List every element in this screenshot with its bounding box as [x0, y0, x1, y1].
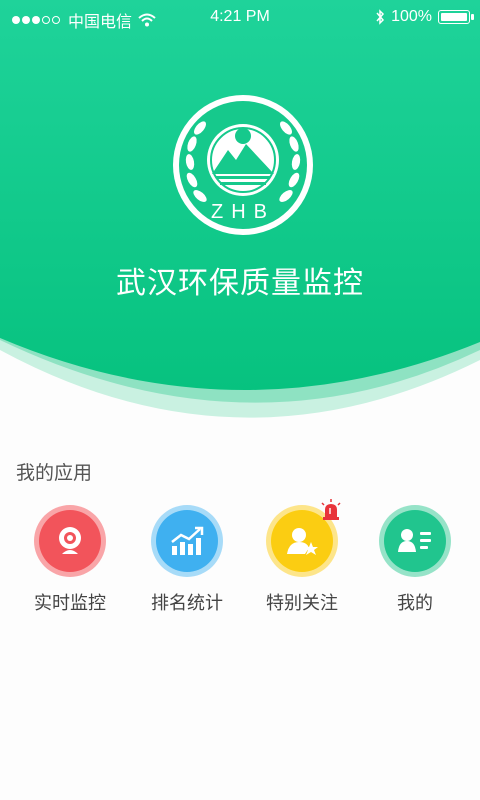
app-label: 特别关注 [266, 593, 338, 614]
app-icon-ring [379, 505, 451, 577]
app-icon-ring [34, 505, 106, 577]
app-ranking-stats[interactable]: 排名统计 [127, 505, 247, 615]
app-title: 武汉环保质量监控 [116, 266, 364, 301]
app-mine[interactable]: 我的 [355, 505, 475, 615]
app-special-attention[interactable]: 特别关注 [242, 499, 362, 615]
battery-icon [438, 10, 474, 24]
alarm-badge-icon [321, 499, 341, 520]
profile-card-icon [384, 510, 446, 572]
camera-icon [39, 510, 101, 572]
app-label: 实时监控 [34, 593, 106, 614]
bluetooth-icon [376, 9, 385, 25]
app-label: 我的 [397, 593, 433, 614]
chart-trend-icon [156, 510, 218, 572]
logo-lettering: ZHB [211, 201, 275, 223]
section-title: 我的应用 [16, 462, 93, 484]
app-realtime-monitor[interactable]: 实时监控 [10, 505, 130, 615]
battery-percent: 100% [391, 8, 432, 25]
app-icon-ring [151, 505, 223, 577]
header-banner: 中国电信 4:21 PM 100% ZHB 武汉环保质量监控 [0, 0, 480, 430]
status-bar: 中国电信 4:21 PM 100% [0, 0, 480, 36]
app-label: 排名统计 [151, 593, 223, 614]
app-icon-ring [266, 499, 341, 577]
zhb-emblem-logo: ZHB [173, 95, 313, 235]
